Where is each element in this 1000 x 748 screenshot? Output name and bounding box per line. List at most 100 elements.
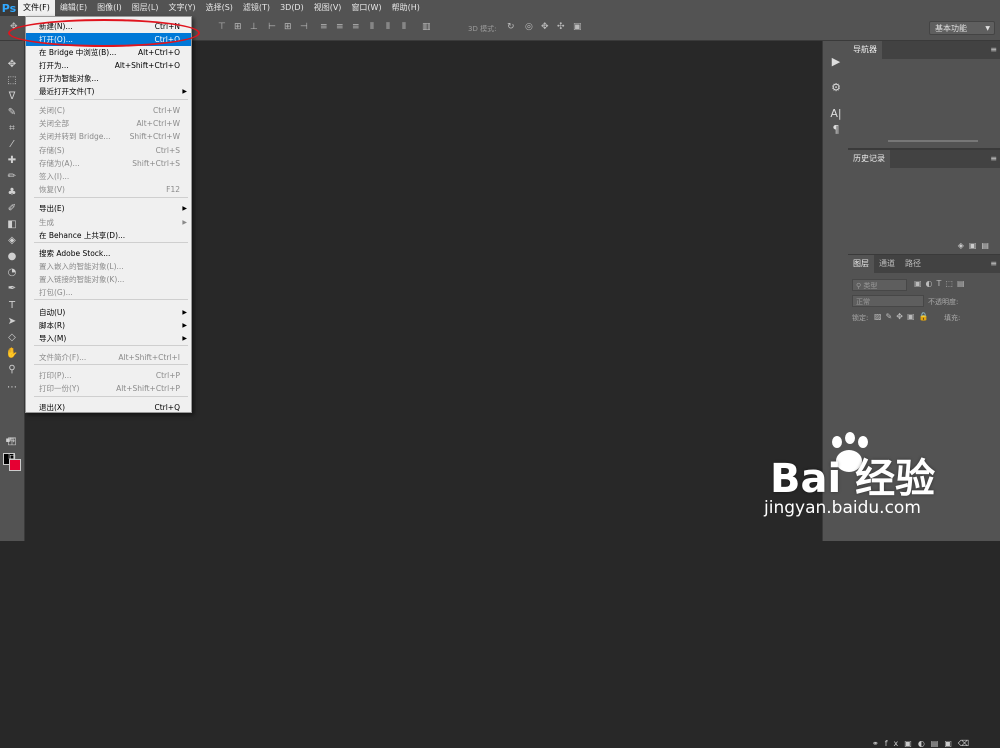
blur-tool-icon[interactable]: ● xyxy=(4,250,20,264)
menu-item-label: 存储(S) xyxy=(39,146,65,155)
file-menu-dropdown: 新建(N)... Ctrl+N 打开(O)... Ctrl+O 在 Bridge 中浏览… xyxy=(25,16,192,413)
menu-edit[interactable]: 编辑(E) xyxy=(55,0,92,16)
menu-separator xyxy=(34,242,188,243)
panel-menu-icon[interactable]: ≡ xyxy=(990,259,997,268)
3d-pan-icon[interactable]: ✥ xyxy=(541,22,549,32)
align-vcenter-icon[interactable]: ⊞ xyxy=(234,22,242,32)
brush-tool-icon[interactable]: ✏ xyxy=(4,170,20,184)
workspace-select[interactable]: 基本功能 ▼ xyxy=(929,21,995,35)
chevron-right-icon: ▶ xyxy=(182,309,187,316)
3d-scale-icon[interactable]: ▣ xyxy=(573,22,582,32)
file-menu-item[interactable]: 打开为... Alt+Shift+Ctrl+O xyxy=(26,59,191,72)
healing-brush-tool-icon[interactable]: ✚ xyxy=(4,154,20,168)
eyedropper-tool-icon[interactable]: ⁄ xyxy=(4,138,20,152)
type-tool-icon[interactable]: T xyxy=(4,299,20,313)
paint-bucket-tool-icon[interactable]: ◈ xyxy=(4,234,20,248)
file-menu-item[interactable]: 打开为智能对象... xyxy=(26,72,191,85)
lock-icons[interactable]: ▨✎✥▣🔒 xyxy=(874,312,932,321)
3d-slide-icon[interactable]: ✣ xyxy=(557,22,565,32)
menu-help[interactable]: 帮助(H) xyxy=(387,0,425,16)
menu-3d[interactable]: 3D(D) xyxy=(275,0,309,16)
menu-item-label: 打开为... xyxy=(39,61,69,70)
layers-footer-icons[interactable]: ⚭fx▣◐▤▣⌫ xyxy=(872,739,975,748)
menu-item-label: 打开为智能对象... xyxy=(39,74,99,83)
panel-menu-icon[interactable]: ≡ xyxy=(990,154,997,163)
menu-file[interactable]: 文件(F) xyxy=(18,0,55,16)
history-brush-tool-icon[interactable]: ✐ xyxy=(4,202,20,216)
shape-tool-icon[interactable]: ◇ xyxy=(4,331,20,345)
tab-history[interactable]: 历史记录 xyxy=(848,150,890,168)
file-menu-item[interactable]: 在 Bridge 中浏览(B)... Alt+Ctrl+O xyxy=(26,46,191,59)
3d-roll-icon[interactable]: ◎ xyxy=(525,22,533,32)
annotation-ellipse xyxy=(8,19,200,47)
dodge-tool-icon[interactable]: ◔ xyxy=(4,266,20,280)
crop-tool-icon[interactable]: ⌗ xyxy=(4,122,20,136)
tab-channels[interactable]: 通道 xyxy=(874,255,900,273)
zoom-tool-icon[interactable]: ⚲ xyxy=(4,363,20,377)
align-right-icon[interactable]: ⊣ xyxy=(300,22,308,32)
workspace-label: 基本功能 xyxy=(935,24,967,33)
hand-tool-icon[interactable]: ✋ xyxy=(4,347,20,361)
eraser-tool-icon[interactable]: ◧ xyxy=(4,218,20,232)
play-icon[interactable]: ▶ xyxy=(828,55,844,69)
menu-separator xyxy=(34,197,188,198)
distribute-right-icon[interactable]: ⦀ xyxy=(402,22,406,32)
menu-item-label: 在 Behance 上共享(D)... xyxy=(39,231,126,240)
align-bottom-icon[interactable]: ⊥ xyxy=(250,22,258,32)
3d-rotate-icon[interactable]: ↻ xyxy=(507,22,515,32)
menu-layer[interactable]: 图层(L) xyxy=(127,0,164,16)
align-hcenter-icon[interactable]: ⊞ xyxy=(284,22,292,32)
quick-mask-icon[interactable]: ◫ xyxy=(4,435,20,449)
file-menu-item[interactable]: 脚本(R) ▶ xyxy=(26,319,191,332)
panel-menu-icon[interactable]: ≡ xyxy=(990,45,997,54)
menu-image[interactable]: 图像(I) xyxy=(92,0,127,16)
distribute-left-icon[interactable]: ⦀ xyxy=(370,22,374,32)
menu-filter[interactable]: 滤镜(T) xyxy=(238,0,275,16)
layer-kind-filter[interactable]: ⚲ 类型 xyxy=(852,279,907,291)
paragraph-icon[interactable]: ¶ xyxy=(828,123,844,137)
file-menu-item[interactable]: 自动(U) ▶ xyxy=(26,306,191,319)
menu-view[interactable]: 视图(V) xyxy=(309,0,347,16)
distribute-vcenter-icon[interactable]: ≡ xyxy=(336,22,344,32)
chevron-right-icon: ▶ xyxy=(182,88,187,95)
file-menu-item[interactable]: 在 Behance 上共享(D)... xyxy=(26,229,191,242)
move-tool-icon[interactable]: ✥ xyxy=(4,58,20,72)
menu-item-label: 关闭并转到 Bridge... xyxy=(39,132,111,141)
more-tools-icon[interactable]: ⋯ xyxy=(4,381,20,395)
clone-stamp-tool-icon[interactable]: ♣ xyxy=(4,186,20,200)
align-top-icon[interactable]: ⊤ xyxy=(218,22,226,32)
blend-mode-select[interactable]: 正常 xyxy=(852,295,924,307)
file-menu-item[interactable]: 退出(X) Ctrl+Q xyxy=(26,401,191,414)
tab-layers[interactable]: 图层 xyxy=(848,255,874,273)
menu-item-shortcut: Ctrl+Q xyxy=(154,403,180,412)
auto-align-icon[interactable]: ▥ xyxy=(422,22,431,32)
menu-item-shortcut: Alt+Ctrl+W xyxy=(136,119,180,128)
distribute-top-icon[interactable]: ≡ xyxy=(320,22,328,32)
baidu-watermark: Bai 经验 jingyan.baidu.com xyxy=(740,428,1000,528)
file-menu-item[interactable]: 搜索 Adobe Stock... xyxy=(26,247,191,260)
distribute-bottom-icon[interactable]: ≡ xyxy=(352,22,360,32)
file-menu-item: 文件简介(F)... Alt+Shift+Ctrl+I xyxy=(26,351,191,364)
lasso-tool-icon[interactable]: ᐁ xyxy=(4,90,20,104)
layer-filter-icons[interactable]: ▣◐T⬚▤ xyxy=(914,279,969,288)
screen-mode-icon[interactable]: ⧉ xyxy=(4,451,20,465)
path-selection-tool-icon[interactable]: ➤ xyxy=(4,315,20,329)
align-left-icon[interactable]: ⊢ xyxy=(268,22,276,32)
tab-paths[interactable]: 路径 xyxy=(900,255,926,273)
character-icon[interactable]: A| xyxy=(828,107,844,121)
quick-select-tool-icon[interactable]: ✎ xyxy=(4,106,20,120)
zoom-slider[interactable] xyxy=(888,140,978,142)
distribute-hcenter-icon[interactable]: ⦀ xyxy=(386,22,390,32)
pen-tool-icon[interactable]: ✒ xyxy=(4,282,20,296)
file-menu-item[interactable]: 导出(E) ▶ xyxy=(26,202,191,215)
file-menu-item[interactable]: 导入(M) ▶ xyxy=(26,332,191,345)
menu-select[interactable]: 选择(S) xyxy=(201,0,238,16)
menu-type[interactable]: 文字(Y) xyxy=(163,0,200,16)
menu-separator xyxy=(34,345,188,346)
file-menu-item[interactable]: 最近打开文件(T) ▶ xyxy=(26,85,191,98)
history-footer-icons[interactable]: ◈▣▤ xyxy=(958,241,994,250)
menu-window[interactable]: 窗口(W) xyxy=(346,0,386,16)
marquee-tool-icon[interactable]: ⬚ xyxy=(4,74,20,88)
tab-navigator[interactable]: 导航器 xyxy=(848,41,882,59)
properties-icon[interactable]: ⚙ xyxy=(828,81,844,95)
